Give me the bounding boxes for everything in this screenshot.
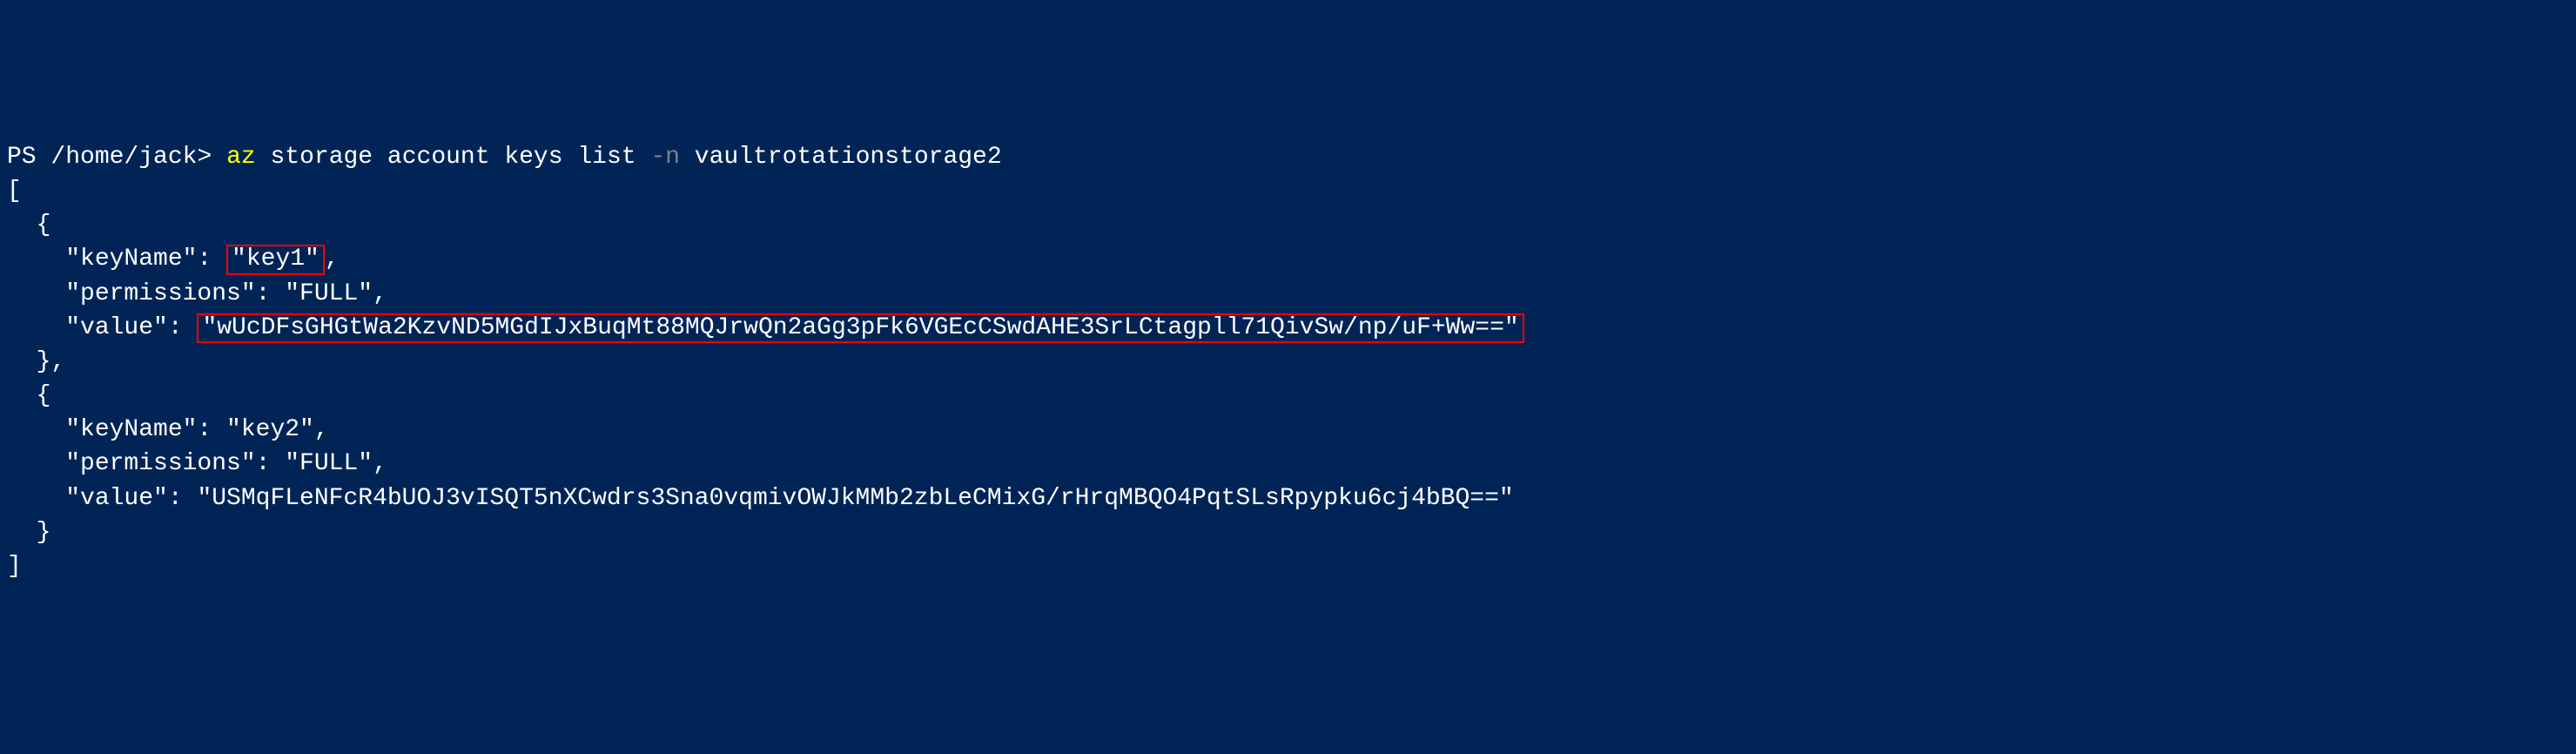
- command-subcommands: [256, 144, 271, 171]
- value-label-2: "value":: [7, 485, 197, 512]
- json-entry-1-brace-open: {: [7, 212, 50, 239]
- json-entry-2-value: "value": "USMqFLeNFcR4bUOJ3vISQT5nXCwdrs…: [7, 485, 1514, 512]
- keyname-label: "keyName":: [7, 246, 226, 273]
- shell-prefix: PS: [7, 144, 50, 171]
- prompt-separator: >: [197, 144, 226, 171]
- az-command: az: [226, 144, 256, 171]
- json-entry-2-permissions: "permissions": "FULL",: [7, 450, 387, 477]
- keyname-value-highlighted: "key1": [226, 245, 325, 275]
- json-bracket-close: ]: [7, 553, 22, 580]
- json-bracket-open: [: [7, 178, 22, 205]
- json-entry-1-keyname: "keyName": "key1",: [7, 246, 340, 273]
- terminal-output: PS /home/jack> az storage account keys l…: [7, 140, 2569, 583]
- command-param-value: vaultrotationstorage2: [695, 144, 1002, 171]
- value-value-highlighted: "wUcDFsGHGtWa2KzvND5MGdIJxBuqMt88MQJrwQn…: [197, 313, 1523, 344]
- json-entry-2-brace-close: }: [7, 519, 50, 546]
- value-label: "value":: [7, 314, 197, 341]
- keyname-comma: ,: [325, 246, 340, 273]
- json-entry-1-permissions: "permissions": "FULL",: [7, 280, 387, 307]
- current-path: /home/jack: [50, 144, 197, 171]
- command-subcommands-text: storage account keys list: [270, 144, 636, 171]
- json-entry-1-brace-close: },: [7, 348, 65, 375]
- value-value-2: "USMqFLeNFcR4bUOJ3vISQT5nXCwdrs3Sna0vqmi…: [197, 485, 1513, 512]
- command-line: PS /home/jack> az storage account keys l…: [7, 144, 1002, 171]
- command-param-flag: -n: [650, 144, 680, 171]
- json-entry-1-value: "value": "wUcDFsGHGtWa2KzvND5MGdIJxBuqMt…: [7, 314, 1524, 341]
- json-entry-2-brace-open: {: [7, 382, 50, 409]
